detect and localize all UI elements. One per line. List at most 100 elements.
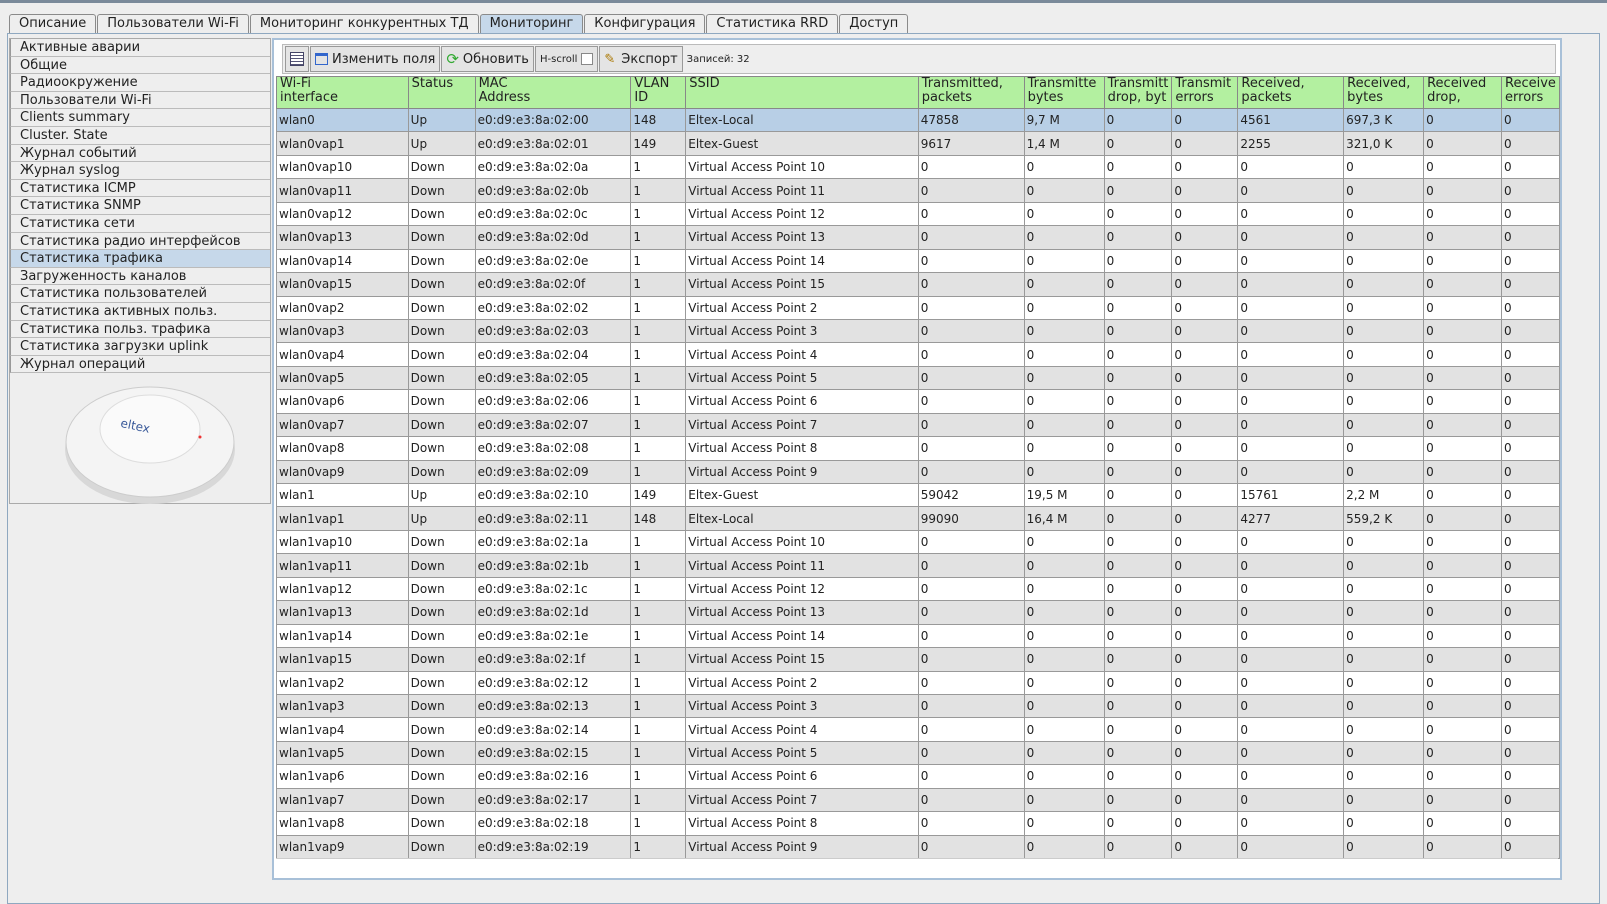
table-cell: 0 <box>1423 623 1503 649</box>
table-cell: 0 <box>1237 811 1345 836</box>
refresh-button[interactable]: ⟳ Обновить <box>441 46 534 72</box>
sidebar-item[interactable]: Журнал syslog <box>10 162 270 180</box>
table-row[interactable]: wlan0 Up e0:d9:e3:8a:02:00 148 Eltex-Local 47… <box>276 107 1560 133</box>
sidebar-item[interactable]: Радиоокружение <box>10 74 270 92</box>
table-row[interactable]: wlan0vap4 Down e0:d9:e3:8a:02:04 1 Virtual A… <box>276 342 1560 367</box>
table-cell: 0 <box>1343 811 1425 836</box>
table-row[interactable]: wlan1vap10 Down e0:d9:e3:8a:02:1a 1 Virtual … <box>276 529 1560 555</box>
column-header[interactable]: Transmitte bytes <box>1023 76 1105 109</box>
column-header[interactable]: Received drop, <box>1423 76 1503 109</box>
table-row[interactable]: wlan0vap10 Down e0:d9:e3:8a:02:0a 1 Virtual … <box>276 154 1560 180</box>
column-header[interactable]: Transmitt drop, byt <box>1103 76 1173 109</box>
table-cell: 0 <box>1171 834 1239 860</box>
table-row[interactable]: wlan0vap1 Up e0:d9:e3:8a:02:01 149 Eltex-Gue… <box>276 131 1560 156</box>
sidebar-item[interactable]: Общие <box>10 56 270 75</box>
table-cell: 0 <box>1423 365 1503 391</box>
table-row[interactable]: wlan0vap12 Down e0:d9:e3:8a:02:0c 1 Virtual … <box>276 201 1560 227</box>
tab-4[interactable]: Конфигурация <box>584 14 706 33</box>
table-row[interactable]: wlan1vap5 Down e0:d9:e3:8a:02:15 1 Virtual A… <box>276 740 1560 766</box>
table-row[interactable]: wlan1vap9 Down e0:d9:e3:8a:02:19 1 Virtual A… <box>276 834 1560 860</box>
hscroll-toggle[interactable]: H-scroll <box>534 46 599 72</box>
table-cell: 1 <box>630 272 687 297</box>
table-row[interactable]: wlan0vap14 Down e0:d9:e3:8a:02:0e 1 Virtual … <box>276 248 1560 274</box>
table-cell: Virtual Access Point 5 <box>685 365 919 391</box>
sidebar-item[interactable]: Журнал событий <box>10 144 270 163</box>
table-row[interactable]: wlan1vap15 Down e0:d9:e3:8a:02:1f 1 Virtual … <box>276 647 1560 672</box>
tab-1[interactable]: Пользователи Wi-Fi <box>97 14 249 33</box>
table-cell: 0 <box>917 529 1025 555</box>
sidebar-item[interactable]: Статистика SNMP <box>10 197 270 215</box>
table-row[interactable]: wlan0vap9 Down e0:d9:e3:8a:02:09 1 Virtual A… <box>276 459 1560 485</box>
table-row[interactable]: wlan0vap6 Down e0:d9:e3:8a:02:06 1 Virtual A… <box>276 389 1560 414</box>
table-row[interactable]: wlan0vap2 Down e0:d9:e3:8a:02:02 1 Virtual A… <box>276 295 1560 320</box>
column-header[interactable]: SSID <box>685 76 919 109</box>
table-cell: 0 <box>1343 600 1425 625</box>
column-header[interactable]: Transmitted, packets <box>917 76 1025 109</box>
table-row[interactable]: wlan0vap13 Down e0:d9:e3:8a:02:0d 1 Virtual … <box>276 225 1560 250</box>
table-cell: 0 <box>1423 107 1503 133</box>
table-cell: Virtual Access Point 7 <box>685 412 919 438</box>
column-header[interactable]: Wi-Fi interface <box>276 76 409 109</box>
sidebar-item[interactable]: Clients summary <box>10 109 270 127</box>
tab-3[interactable]: Мониторинг <box>479 14 584 33</box>
sidebar-item[interactable]: Журнал операций <box>10 355 270 374</box>
sidebar-item[interactable]: Пользователи Wi-Fi <box>10 91 270 110</box>
table-row[interactable]: wlan1vap13 Down e0:d9:e3:8a:02:1d 1 Virtual … <box>276 600 1560 625</box>
table-row[interactable]: wlan1vap7 Down e0:d9:e3:8a:02:17 1 Virtual A… <box>276 787 1560 813</box>
tab-2[interactable]: Мониторинг конкурентных ТД <box>249 14 479 33</box>
sidebar-item[interactable]: Активные аварии <box>10 39 270 57</box>
table-row[interactable]: wlan1vap4 Down e0:d9:e3:8a:02:14 1 Virtual A… <box>276 717 1560 742</box>
table-row[interactable]: wlan0vap7 Down e0:d9:e3:8a:02:07 1 Virtual A… <box>276 412 1560 438</box>
hscroll-checkbox[interactable] <box>581 53 594 65</box>
table-row[interactable]: wlan1vap11 Down e0:d9:e3:8a:02:1b 1 Virtual … <box>276 553 1560 578</box>
table-row[interactable]: wlan1vap12 Down e0:d9:e3:8a:02:1c 1 Virtual … <box>276 576 1560 602</box>
table-row[interactable]: wlan0vap8 Down e0:d9:e3:8a:02:08 1 Virtual A… <box>276 436 1560 461</box>
sidebar-item[interactable]: Статистика радио интерфейсов <box>10 232 270 251</box>
sidebar-item[interactable]: Статистика активных польз. <box>10 302 270 321</box>
table-row[interactable]: wlan1vap8 Down e0:d9:e3:8a:02:18 1 Virtual A… <box>276 811 1560 836</box>
table-cell: 0 <box>1501 107 1560 133</box>
edit-fields-button[interactable]: Изменить поля <box>310 46 441 72</box>
sidebar-item[interactable]: Статистика пользователей <box>10 285 270 303</box>
table-row[interactable]: wlan1vap3 Down e0:d9:e3:8a:02:13 1 Virtual A… <box>276 693 1560 719</box>
table-row[interactable]: wlan1 Up e0:d9:e3:8a:02:10 149 Eltex-Guest 59… <box>276 482 1560 508</box>
table-cell: Virtual Access Point 11 <box>685 553 919 578</box>
table-row[interactable]: wlan0vap15 Down e0:d9:e3:8a:02:0f 1 Virtual … <box>276 272 1560 297</box>
table-row[interactable]: wlan1vap2 Down e0:d9:e3:8a:02:12 1 Virtual A… <box>276 670 1560 695</box>
table-cell: 0 <box>1171 482 1239 508</box>
table-row[interactable]: wlan1vap1 Up e0:d9:e3:8a:02:11 148 Eltex-Loc… <box>276 506 1560 531</box>
column-header[interactable]: Received, packets <box>1237 76 1345 109</box>
export-icon: ✎ <box>604 51 616 67</box>
column-header[interactable]: VLAN ID <box>630 76 687 109</box>
table-cell: 0 <box>1423 389 1503 414</box>
table-row[interactable]: wlan1vap6 Down e0:d9:e3:8a:02:16 1 Virtual A… <box>276 764 1560 789</box>
tab-5[interactable]: Статистика RRD <box>706 14 839 33</box>
column-header[interactable]: Receive errors <box>1501 76 1560 109</box>
table-row[interactable]: wlan0vap11 Down e0:d9:e3:8a:02:0b 1 Virtual … <box>276 178 1560 203</box>
sidebar-item[interactable]: Статистика сети <box>10 214 270 233</box>
table-cell: 0 <box>1343 576 1425 602</box>
sidebar-item[interactable]: Статистика трафика <box>10 250 270 268</box>
table-cell: 0 <box>1023 272 1105 297</box>
table-cell: 0 <box>1023 717 1105 742</box>
table-cell: 0 <box>1023 248 1105 274</box>
sidebar-item[interactable]: Загруженность каналов <box>10 267 270 286</box>
sidebar-item[interactable]: Статистика польз. трафика <box>10 320 270 339</box>
column-header[interactable]: Status <box>407 76 476 109</box>
sidebar-item[interactable]: Cluster. State <box>10 126 270 145</box>
tab-0[interactable]: Описание <box>9 14 97 33</box>
table-row[interactable]: wlan1vap14 Down e0:d9:e3:8a:02:1e 1 Virtual … <box>276 623 1560 649</box>
column-header[interactable]: MAC Address <box>474 76 632 109</box>
table-cell: Down <box>407 225 476 250</box>
column-header[interactable]: Received, bytes <box>1343 76 1425 109</box>
column-header[interactable]: Transmit errors <box>1171 76 1239 109</box>
table-cell: Virtual Access Point 12 <box>685 576 919 602</box>
table-row[interactable]: wlan0vap3 Down e0:d9:e3:8a:02:03 1 Virtual A… <box>276 318 1560 344</box>
tab-6[interactable]: Доступ <box>839 14 909 33</box>
table-row[interactable]: wlan0vap5 Down e0:d9:e3:8a:02:05 1 Virtual A… <box>276 365 1560 391</box>
sidebar-item[interactable]: Статистика ICMP <box>10 179 270 198</box>
sidebar-item[interactable]: Статистика загрузки uplink <box>10 338 270 356</box>
table-cell: 1 <box>630 225 687 250</box>
columns-list-button[interactable] <box>285 46 309 72</box>
export-button[interactable]: ✎ Экспорт <box>599 46 683 72</box>
